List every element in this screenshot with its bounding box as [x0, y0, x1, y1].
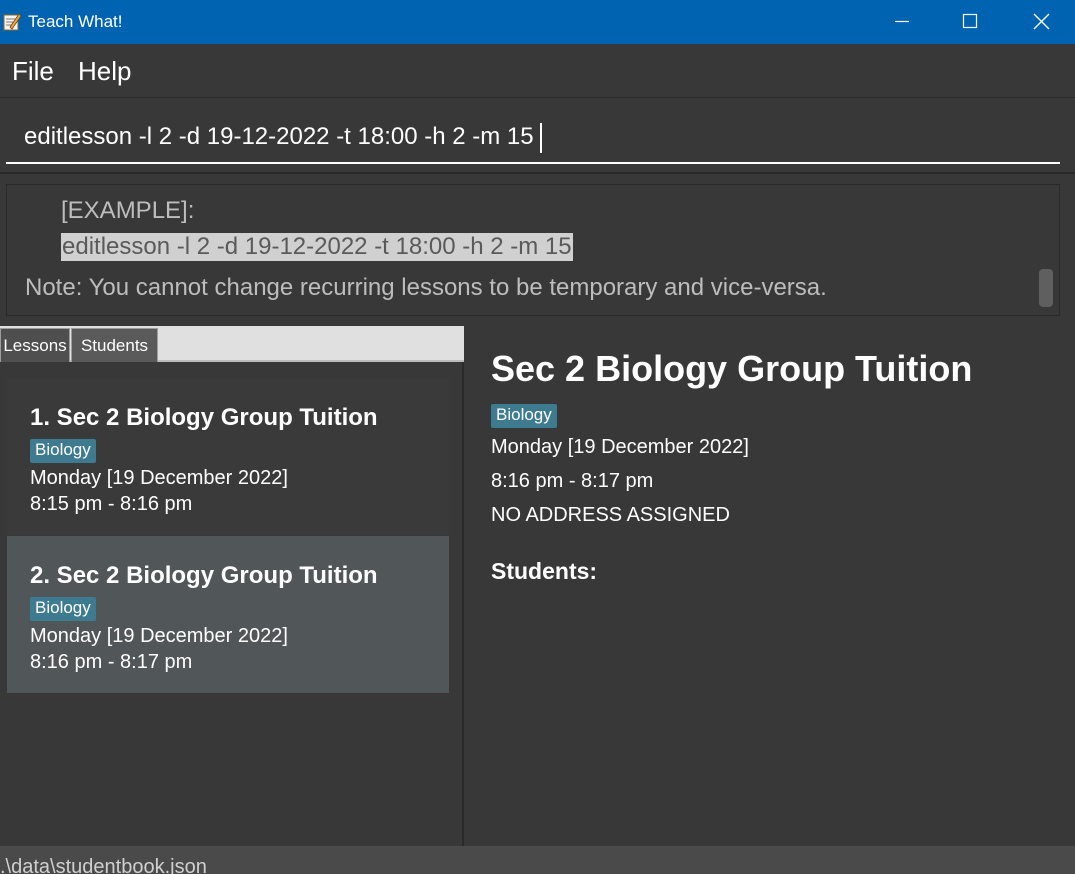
result-line-example-command: editlesson -l 2 -d 19-12-2022 -t 18:00 -… [61, 233, 573, 261]
notepad-icon [3, 13, 22, 31]
command-input[interactable] [6, 112, 1060, 164]
result-line-note: Note: You cannot change recurring lesson… [25, 274, 827, 301]
lesson-date: Monday [19 December 2022] [30, 625, 288, 647]
detail-subject-tag: Biology [491, 404, 557, 428]
lesson-title: 1. Sec 2 Biology Group Tuition [30, 404, 378, 431]
close-icon [1033, 13, 1050, 30]
result-line-example-label: [EXAMPLE]: [61, 197, 195, 224]
tab-students[interactable]: Students [71, 328, 158, 362]
status-file-path: .\data\studentbook.json [0, 856, 207, 874]
menu-help[interactable]: Help [78, 56, 131, 87]
close-button[interactable] [1005, 0, 1075, 44]
menu-bar: File Help [0, 44, 1075, 98]
detail-title: Sec 2 Biology Group Tuition [491, 348, 973, 389]
command-box-area [0, 98, 1075, 174]
tab-strip: Lessons Students [0, 326, 464, 362]
result-scrollbar-thumb[interactable] [1039, 269, 1053, 307]
title-bar: Teach What! [0, 0, 1075, 44]
window-title: Teach What! [28, 12, 123, 31]
text-caret [540, 123, 542, 153]
minimize-button[interactable] [866, 0, 936, 44]
maximize-icon [962, 13, 978, 29]
detail-date: Monday [19 December 2022] [491, 436, 749, 458]
result-display-area: [EXAMPLE]: editlesson -l 2 -d 19-12-2022… [0, 176, 1075, 324]
lesson-time: 8:16 pm - 8:17 pm [30, 651, 193, 673]
subject-tag: Biology [30, 439, 96, 463]
detail-pane: Sec 2 Biology Group Tuition Biology Mond… [466, 326, 1075, 846]
minimize-icon [895, 20, 909, 23]
maximize-button[interactable] [936, 0, 1006, 44]
detail-address: NO ADDRESS ASSIGNED [491, 504, 730, 526]
detail-students-heading: Students: [491, 558, 598, 584]
lesson-title: 2. Sec 2 Biology Group Tuition [30, 562, 378, 589]
lesson-time: 8:15 pm - 8:16 pm [30, 493, 193, 515]
list-pane: Lessons Students 1. Sec 2 Biology Group … [0, 326, 464, 846]
lesson-card[interactable]: 1. Sec 2 Biology Group Tuition Biology M… [7, 378, 449, 535]
tab-lessons[interactable]: Lessons [0, 328, 70, 362]
detail-time: 8:16 pm - 8:17 pm [491, 470, 654, 492]
status-bar: .\data\studentbook.json [0, 846, 1075, 874]
lesson-date: Monday [19 December 2022] [30, 467, 288, 489]
subject-tag: Biology [30, 597, 96, 621]
menu-file[interactable]: File [12, 56, 54, 87]
lesson-card-selected[interactable]: 2. Sec 2 Biology Group Tuition Biology M… [7, 536, 449, 693]
result-display[interactable]: [EXAMPLE]: editlesson -l 2 -d 19-12-2022… [6, 184, 1060, 316]
